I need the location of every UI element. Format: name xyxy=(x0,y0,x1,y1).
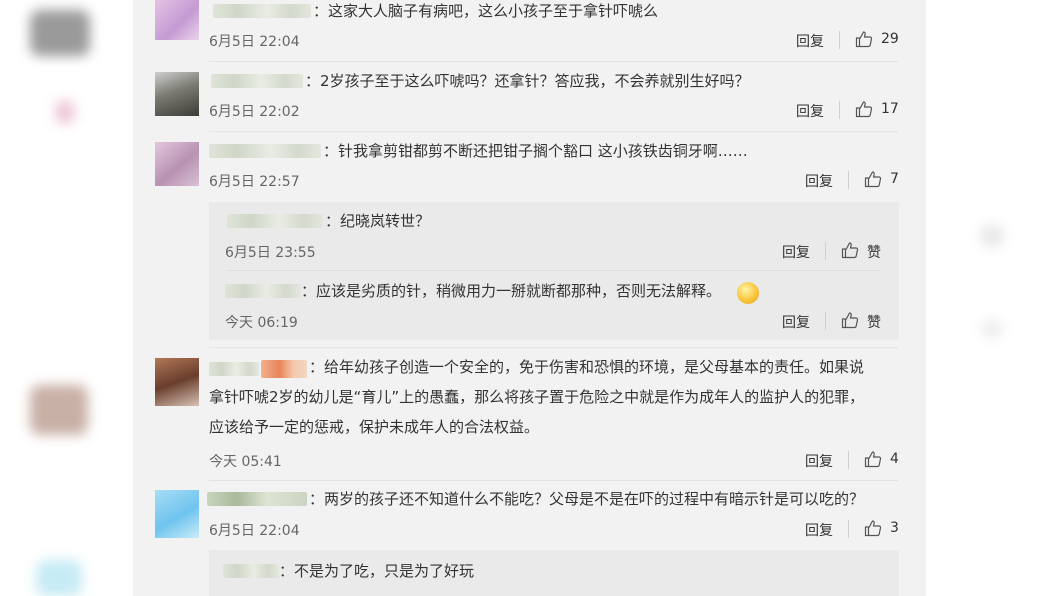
comment-text: ：两岁的孩子还不知道什么不能吃？父母是不是在吓的过程中有暗示针是可以吃的？ xyxy=(309,490,865,508)
avatar[interactable] xyxy=(155,142,199,186)
username[interactable] xyxy=(225,284,301,298)
background-blur xyxy=(980,225,1004,247)
avatar[interactable] xyxy=(155,72,199,116)
reply-text: ：不是为了吃，只是为了好玩 xyxy=(279,562,475,580)
like-label: 赞 xyxy=(867,315,881,331)
reply-time: 今天 06:19 xyxy=(225,315,298,331)
comment-text: ：这家大人脑子有病吧，这么小孩子至于拿针吓唬么 xyxy=(313,2,659,20)
separator xyxy=(839,101,840,119)
comment-time: 6月5日 22:04 xyxy=(209,34,300,50)
username[interactable] xyxy=(207,492,307,506)
reply-text: ：应该是劣质的针，稍微用力一掰就断都那种，否则无法解释。 xyxy=(301,282,722,300)
comment-time: 6月5日 22:04 xyxy=(209,523,300,539)
comment-text-line: ：给年幼孩子创造一个安全的，免于伤害和恐惧的环境，是父母基本的责任。如果说 xyxy=(309,358,865,376)
divider xyxy=(209,480,898,481)
username[interactable] xyxy=(213,4,311,18)
reply-thread: ：纪晓岚转世？ 6月5日 23:55 回复 赞 ：应该是劣质的针，稍微用力一掰就… xyxy=(209,202,899,340)
divider xyxy=(227,270,881,271)
reply-thread: ：不是为了吃，只是为了好玩 xyxy=(209,550,899,596)
like-count: 17 xyxy=(881,101,899,117)
divider xyxy=(209,347,898,348)
username[interactable] xyxy=(209,144,321,158)
avatar[interactable] xyxy=(155,490,199,538)
username[interactable] xyxy=(227,214,323,228)
background-blur xyxy=(30,385,88,435)
divider xyxy=(209,61,898,62)
like-count: 29 xyxy=(881,31,899,47)
thumbs-up-icon[interactable] xyxy=(855,30,873,48)
comment-time: 6月5日 22:57 xyxy=(209,174,300,190)
like-count: 3 xyxy=(890,520,899,536)
separator xyxy=(848,520,849,538)
username-badge xyxy=(261,360,307,378)
avatar[interactable] xyxy=(155,358,199,406)
background-blur xyxy=(36,560,82,596)
reply-button[interactable]: 回复 xyxy=(782,312,810,332)
username[interactable] xyxy=(209,362,259,376)
reply-time: 6月5日 23:55 xyxy=(225,245,316,261)
reply-button[interactable]: 回复 xyxy=(805,520,833,540)
like-count: 4 xyxy=(890,451,899,467)
thumbs-up-icon[interactable] xyxy=(864,450,882,468)
like-label: 赞 xyxy=(867,245,881,261)
reply-button[interactable]: 回复 xyxy=(796,31,824,51)
thumbs-up-icon[interactable] xyxy=(841,241,859,259)
comment-text: ：针我拿剪钳都剪不断还把钳子搁个豁口 这小孩铁齿铜牙啊…… xyxy=(323,142,748,160)
username[interactable] xyxy=(223,564,279,578)
thumbs-up-icon[interactable] xyxy=(864,519,882,537)
separator xyxy=(848,451,849,469)
reply-button[interactable]: 回复 xyxy=(805,451,833,471)
comment-text: ：2岁孩子至于这么吓唬吗？还拿针？答应我，不会养就别生好吗？ xyxy=(305,72,750,90)
separator xyxy=(825,242,826,260)
background-blur xyxy=(30,10,90,56)
separator xyxy=(839,31,840,49)
reply-text: ：纪晓岚转世？ xyxy=(325,212,431,230)
background-blur xyxy=(982,320,1002,338)
background-blur xyxy=(55,100,75,124)
thumbs-up-icon[interactable] xyxy=(864,170,882,188)
comment-time: 今天 05:41 xyxy=(209,454,282,470)
username[interactable] xyxy=(211,74,303,88)
separator xyxy=(825,312,826,330)
separator xyxy=(848,171,849,189)
thumbs-up-icon[interactable] xyxy=(841,311,859,329)
divider xyxy=(209,131,898,132)
comment-text-line: 应该给予一定的惩戒，保护未成年人的合法权益。 xyxy=(209,418,540,436)
grinning-face-emoji xyxy=(737,282,759,304)
comment-feed: ：这家大人脑子有病吧，这么小孩子至于拿针吓唬么 6月5日 22:04 回复 29… xyxy=(133,0,926,596)
reply-button[interactable]: 回复 xyxy=(805,171,833,191)
avatar[interactable] xyxy=(155,0,199,40)
reply-button[interactable]: 回复 xyxy=(782,242,810,262)
comment-text-line: 拿针吓唬2岁的幼儿是“育儿”上的愚蠢，那么将孩子置于危险之中就是作为成年人的监护… xyxy=(209,388,865,406)
reply-button[interactable]: 回复 xyxy=(796,101,824,121)
like-count: 7 xyxy=(890,171,899,187)
thumbs-up-icon[interactable] xyxy=(855,100,873,118)
comment-time: 6月5日 22:02 xyxy=(209,104,300,120)
